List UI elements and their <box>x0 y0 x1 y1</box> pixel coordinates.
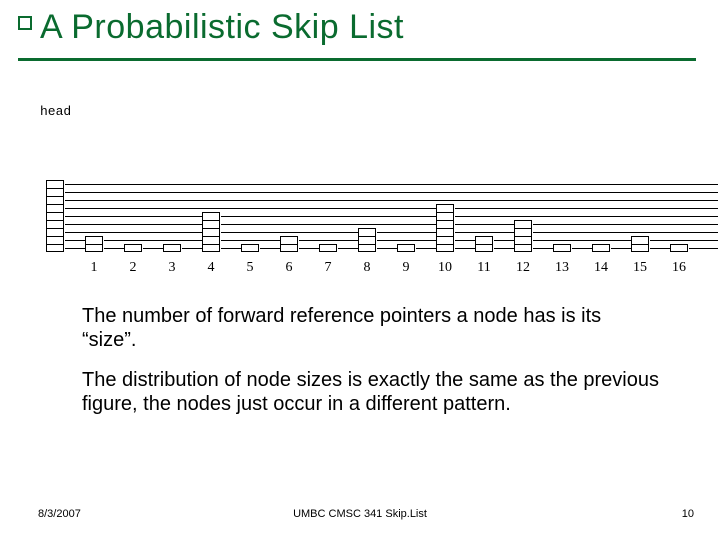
node-11 <box>475 236 493 252</box>
accent-square <box>18 16 32 30</box>
node-14 <box>592 244 610 252</box>
node-label: 13 <box>550 260 574 276</box>
node-label: 5 <box>238 260 262 276</box>
title-underline <box>18 58 696 61</box>
node-label: 10 <box>433 260 457 276</box>
node-4 <box>202 212 220 252</box>
node-16 <box>670 244 688 252</box>
node-label: 15 <box>628 260 652 276</box>
node-label: 6 <box>277 260 301 276</box>
node-10 <box>436 204 454 252</box>
node-9 <box>397 244 415 252</box>
page-title: A Probabilistic Skip List <box>40 8 404 47</box>
node-label: 4 <box>199 260 223 276</box>
node-label: 14 <box>589 260 613 276</box>
node-12 <box>514 220 532 252</box>
head-label: head <box>40 104 71 119</box>
node-3 <box>163 244 181 252</box>
node-label: 12 <box>511 260 535 276</box>
node-2 <box>124 244 142 252</box>
node-7 <box>319 244 337 252</box>
skip-list-diagram: head 12345678910111213141516 <box>40 100 680 280</box>
node-label: 7 <box>316 260 340 276</box>
node-label: 8 <box>355 260 379 276</box>
node-15 <box>631 236 649 252</box>
node-8 <box>358 228 376 252</box>
footer-page: 10 <box>682 508 694 520</box>
node-label: 16 <box>667 260 691 276</box>
node-label: 1 <box>82 260 106 276</box>
node-5 <box>241 244 259 252</box>
node-label: 2 <box>121 260 145 276</box>
node-label: 3 <box>160 260 184 276</box>
head-node <box>46 180 64 252</box>
node-label: 11 <box>472 260 496 276</box>
paragraph-2: The distribution of node sizes is exactl… <box>82 368 660 416</box>
footer-center: UMBC CMSC 341 Skip.List <box>0 508 720 520</box>
node-13 <box>553 244 571 252</box>
node-1 <box>85 236 103 252</box>
node-label: 9 <box>394 260 418 276</box>
node-6 <box>280 236 298 252</box>
paragraph-1: The number of forward reference pointers… <box>82 304 660 352</box>
